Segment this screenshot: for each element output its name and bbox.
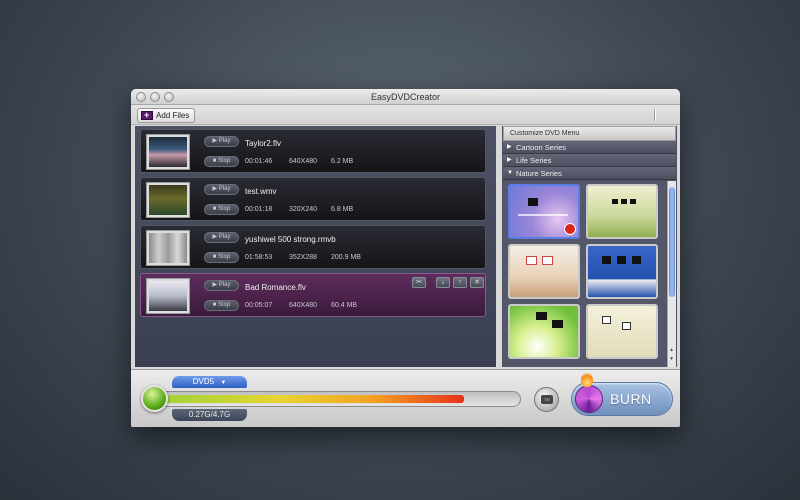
disclosure-down-icon: ▼ <box>507 170 513 176</box>
scroll-up-icon[interactable]: ▲ <box>669 347 674 353</box>
capacity-indicator-icon <box>141 385 168 412</box>
video-thumbnail <box>146 230 190 266</box>
file-size: 6.2 MB <box>331 158 354 165</box>
app-window: EasyDVDCreator Add Files ▶ Play ■ Stop T… <box>131 89 680 427</box>
capacity-fill <box>157 395 464 403</box>
file-name: test.wmv <box>245 187 277 196</box>
menu-template[interactable] <box>508 244 580 299</box>
scroll-thumb[interactable] <box>669 187 675 297</box>
arrow-up-icon[interactable]: ↑ <box>453 277 467 288</box>
toolbar: Add Files <box>131 105 680 125</box>
series-nature[interactable]: ▼ Nature Series <box>503 167 676 180</box>
burn-button[interactable]: BURN <box>571 373 673 416</box>
file-name: Bad Romance.flv <box>245 283 306 292</box>
file-size: 6.8 MB <box>331 206 354 213</box>
play-button[interactable]: ▶ Play <box>204 280 239 291</box>
menu-template[interactable] <box>586 184 658 239</box>
menu-template[interactable] <box>508 184 580 239</box>
burn-label: BURN <box>610 391 652 407</box>
series-cartoon[interactable]: ▶ Cartoon Series <box>503 141 676 154</box>
file-resolution: 640X480 <box>289 302 318 309</box>
file-resolution: 640X480 <box>289 158 318 165</box>
file-resolution: 352X288 <box>289 254 318 261</box>
file-name: yushiwel 500 strong.rmvb <box>245 235 336 244</box>
file-duration: 00:01:46 <box>245 158 273 165</box>
file-row[interactable]: ▶ Play ■ Stop test.wmv 00:01:18 320X240 … <box>140 177 486 221</box>
zoom-window-button[interactable] <box>164 92 174 102</box>
file-duration: 00:05:07 <box>245 302 273 309</box>
disclosure-right-icon: ▶ <box>507 157 512 163</box>
stop-button[interactable]: ■ Stop <box>204 156 239 167</box>
template-scrollbar[interactable]: ▲ ▼ <box>667 181 676 367</box>
arrow-down-icon[interactable]: ↓ <box>436 277 450 288</box>
capacity-meter <box>143 391 521 407</box>
scissors-icon[interactable]: ✂ <box>412 277 426 288</box>
menu-template[interactable] <box>586 304 658 359</box>
file-size: 60.4 MB <box>331 302 358 309</box>
file-duration: 01:58:53 <box>245 254 273 261</box>
title-bar: EasyDVDCreator <box>131 89 680 105</box>
file-row[interactable]: ▶ Play ■ Stop yushiwel 500 strong.rmvb 0… <box>140 225 486 269</box>
file-list: ▶ Play ■ Stop Taylor2.flv 00:01:46 640X4… <box>135 126 496 367</box>
video-thumbnail <box>146 182 190 218</box>
add-film-icon <box>141 109 153 122</box>
disclosure-right-icon: ▶ <box>507 144 512 150</box>
scroll-down-icon[interactable]: ▼ <box>669 356 674 362</box>
menu-template[interactable] <box>508 304 580 359</box>
stop-button[interactable]: ■ Stop <box>204 300 239 311</box>
file-name: Taylor2.flv <box>245 139 282 148</box>
series-life[interactable]: ▶ Life Series <box>503 154 676 167</box>
disc-icon <box>575 385 603 413</box>
file-resolution: 320X240 <box>289 206 318 213</box>
add-files-label: Add Files <box>156 111 190 120</box>
tv-preview-button[interactable]: TV <box>534 387 559 412</box>
selected-check-icon <box>564 223 576 235</box>
customize-dvd-menu-button[interactable]: Customize DVD Menu <box>503 126 676 141</box>
file-row-selected[interactable]: ▶ Play ■ Stop Bad Romance.flv 00:05:07 6… <box>140 273 486 317</box>
play-button[interactable]: ▶ Play <box>204 136 239 147</box>
close-icon[interactable]: ✕ <box>470 277 484 288</box>
play-button[interactable]: ▶ Play <box>204 184 239 195</box>
disc-type-select[interactable]: DVD5 ▼ <box>172 376 247 388</box>
stop-button[interactable]: ■ Stop <box>204 252 239 263</box>
capacity-text: 0.27G/4.7G <box>172 409 247 421</box>
stop-button[interactable]: ■ Stop <box>204 204 239 215</box>
video-thumbnail <box>146 134 190 170</box>
menu-template-grid <box>503 181 666 367</box>
window-title: EasyDVDCreator <box>370 92 441 102</box>
burn-bar: DVD5 ▼ 0.27G/4.7G TV BURN <box>131 369 680 427</box>
tv-icon: TV <box>541 395 553 404</box>
flame-icon <box>581 373 593 387</box>
file-duration: 00:01:18 <box>245 206 273 213</box>
add-files-button[interactable]: Add Files <box>137 108 195 123</box>
chevron-down-icon: ▼ <box>220 380 227 386</box>
menu-template[interactable] <box>586 244 658 299</box>
video-thumbnail <box>146 278 190 314</box>
minimize-window-button[interactable] <box>150 92 160 102</box>
dvd-menu-panel: Customize DVD Menu ▶ Cartoon Series ▶ Li… <box>502 126 677 367</box>
toolbar-separator <box>654 109 656 121</box>
close-window-button[interactable] <box>136 92 146 102</box>
file-size: 200.9 MB <box>331 254 361 261</box>
play-button[interactable]: ▶ Play <box>204 232 239 243</box>
file-row[interactable]: ▶ Play ■ Stop Taylor2.flv 00:01:46 640X4… <box>140 129 486 173</box>
